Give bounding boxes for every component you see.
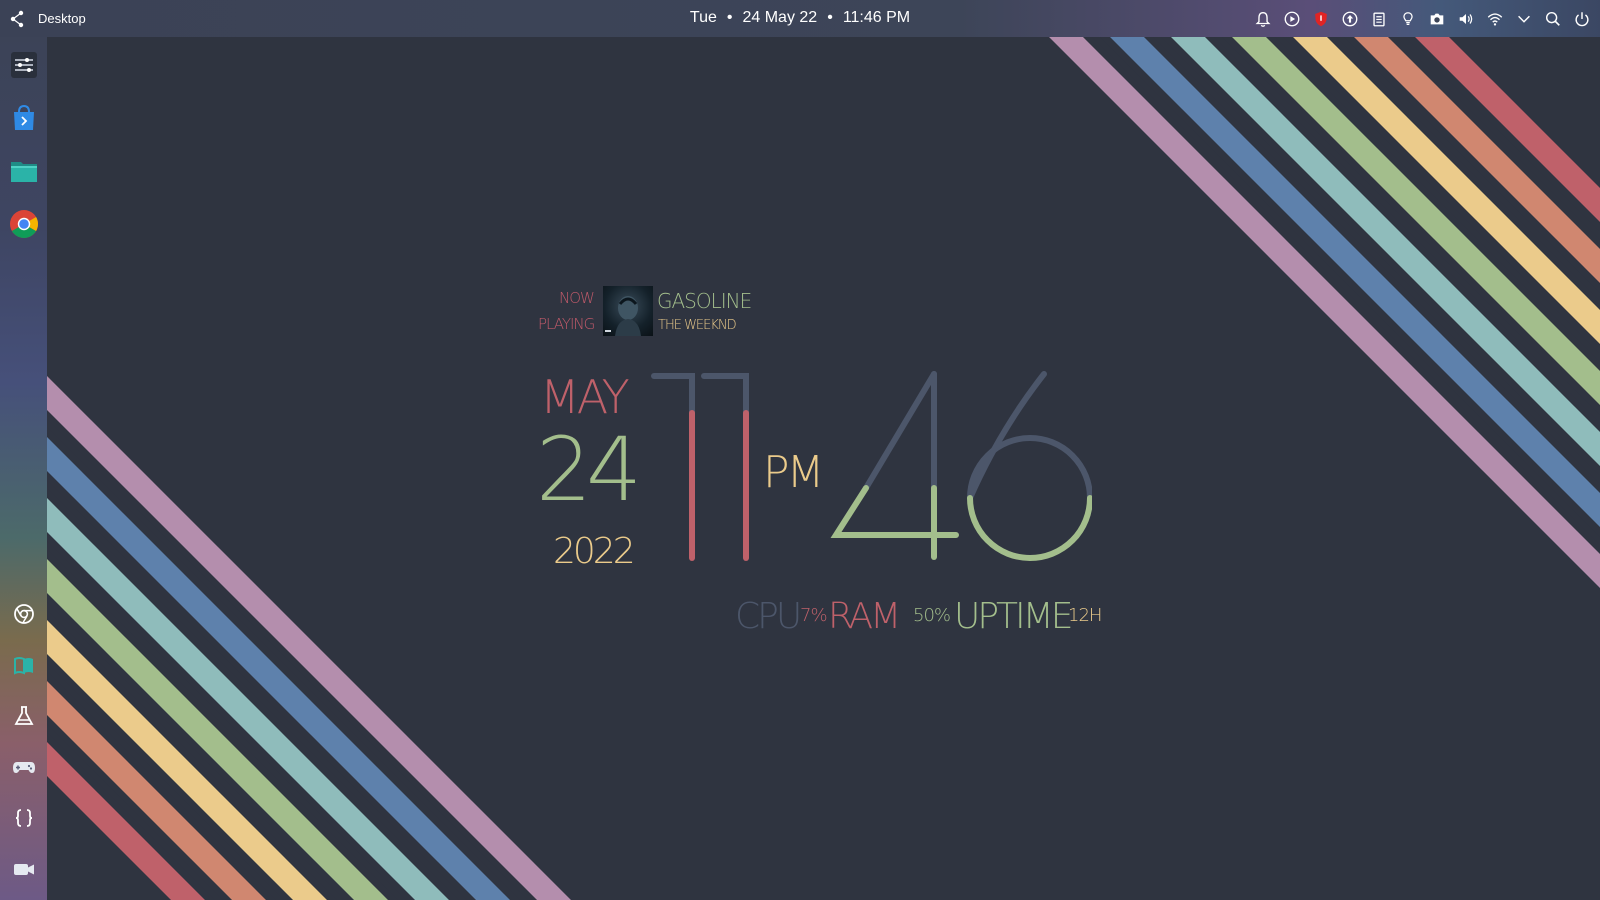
clock-minute-graphic — [830, 371, 1092, 561]
search-icon[interactable] — [1543, 9, 1563, 29]
files-folder-icon[interactable] — [7, 154, 41, 188]
top-bar: Desktop Tue • 24 May 22 • 11:46 PM — [0, 0, 1600, 37]
system-tray — [1253, 7, 1592, 31]
chevron-down-icon[interactable] — [1514, 9, 1534, 29]
clock-date[interactable]: 24 May 22 — [742, 9, 817, 26]
shield-icon[interactable] — [1311, 9, 1331, 29]
date-month: MAY — [540, 370, 630, 424]
clock-hour-graphic — [651, 373, 749, 561]
clock-ampm: PM — [763, 447, 824, 498]
cpu-value: 7% — [800, 605, 828, 626]
date-day: 24 — [536, 418, 642, 521]
notifications-icon[interactable] — [1253, 9, 1273, 29]
power-icon[interactable] — [1572, 9, 1592, 29]
cpu-label: CPU — [735, 596, 802, 637]
clock-day[interactable]: Tue — [690, 9, 717, 26]
book-icon[interactable] — [7, 648, 41, 682]
software-store-icon[interactable] — [7, 101, 41, 135]
song-title[interactable]: GASOLINE — [657, 289, 752, 313]
volume-icon[interactable] — [1456, 9, 1476, 29]
chrome-icon[interactable] — [7, 207, 41, 241]
gamepad-icon[interactable] — [7, 750, 41, 784]
upload-icon[interactable] — [1340, 9, 1360, 29]
flask-icon[interactable] — [7, 699, 41, 733]
playing-label: PLAYING — [538, 315, 595, 333]
wifi-icon[interactable] — [1485, 9, 1505, 29]
video-camera-icon[interactable] — [7, 852, 41, 886]
date-year: 2022 — [553, 531, 636, 572]
activities-icon[interactable] — [8, 9, 28, 29]
uptime-value: 12H — [1068, 605, 1102, 626]
ram-label: RAM — [828, 596, 901, 637]
artist-name: THE WEEKND — [658, 318, 737, 333]
media-play-icon[interactable] — [1282, 9, 1302, 29]
now-label: NOW — [559, 289, 595, 307]
clock-time[interactable]: 11:46 PM — [843, 9, 910, 26]
code-braces-icon[interactable] — [7, 801, 41, 835]
chrome-outline-icon[interactable] — [7, 597, 41, 631]
settings-sliders-icon[interactable] — [7, 48, 41, 82]
camera-icon[interactable] — [1427, 9, 1447, 29]
ram-value: 50% — [913, 605, 951, 626]
uptime-label: UPTIME — [954, 596, 1073, 637]
lightbulb-icon[interactable] — [1398, 9, 1418, 29]
rainbow-stripes-wallpaper — [47, 37, 1600, 900]
dock — [0, 37, 47, 900]
album-art[interactable] — [603, 286, 653, 336]
window-title[interactable]: Desktop — [38, 11, 86, 26]
clipboard-icon[interactable] — [1369, 9, 1389, 29]
